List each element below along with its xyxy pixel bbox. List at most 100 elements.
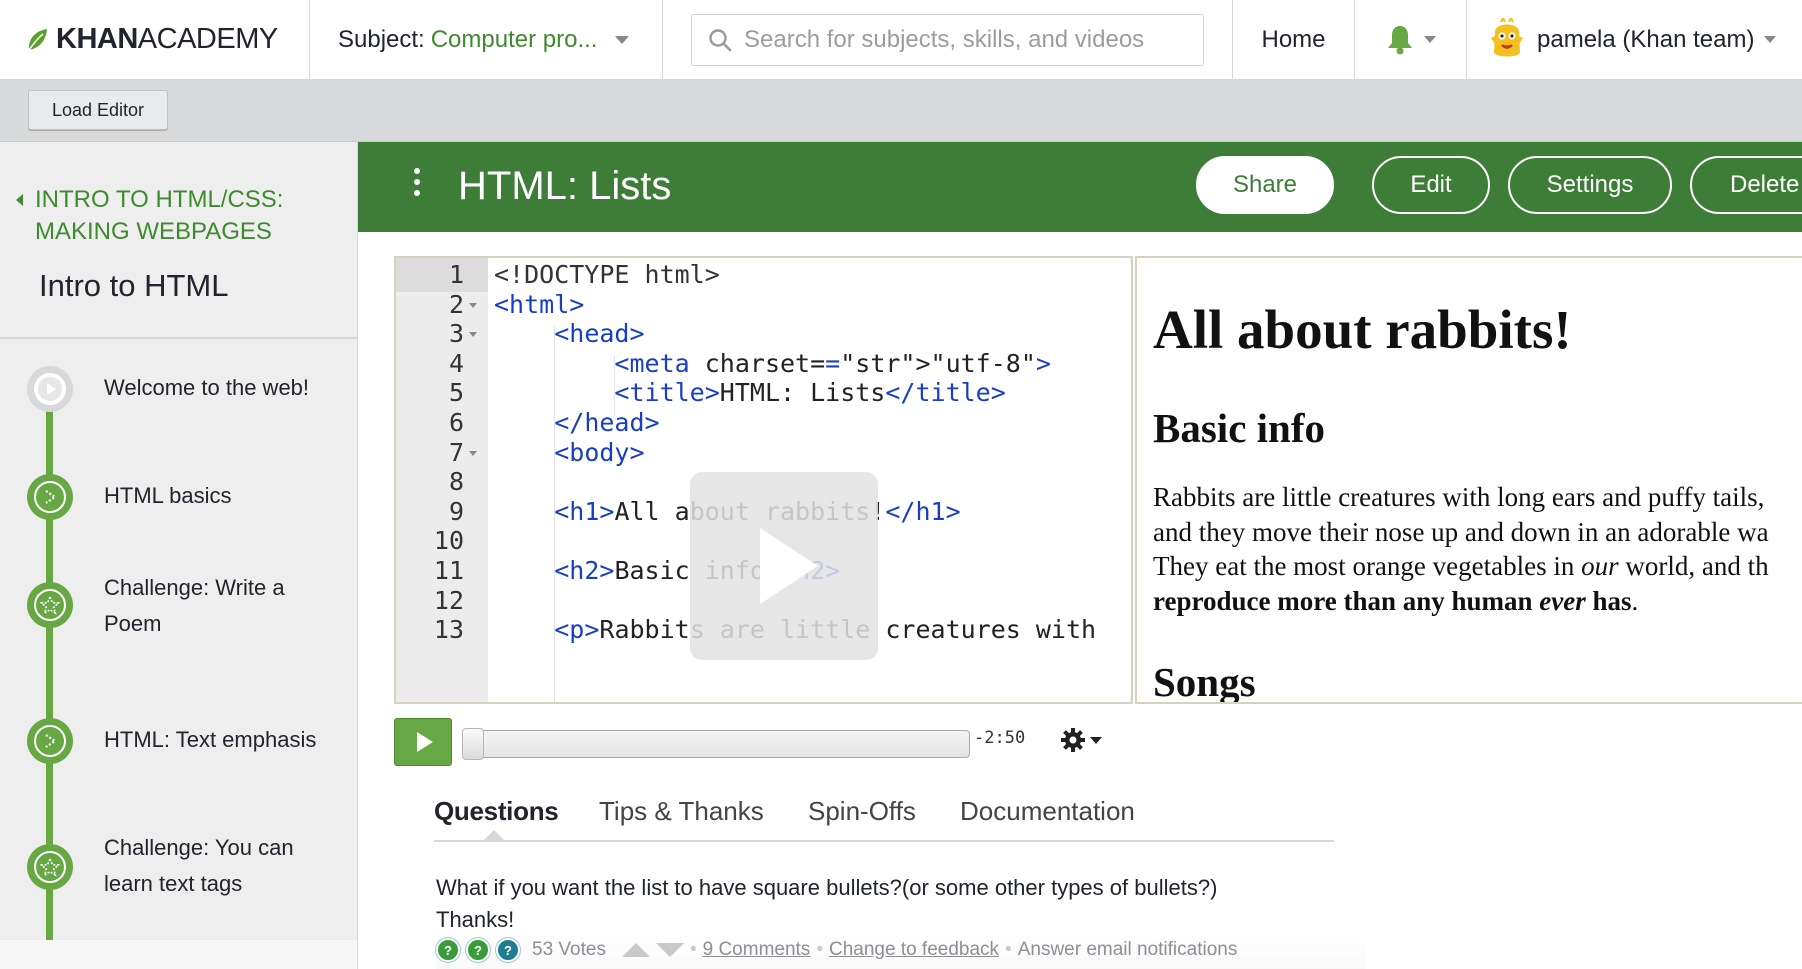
breadcrumb-line2: MAKING WEBPAGES — [35, 218, 272, 245]
gear-icon — [1061, 728, 1085, 752]
line-number: 7 — [448, 437, 464, 467]
bell-icon — [1387, 25, 1412, 54]
top-navigation: KHANACADEMY Subject: Computer pro... Hom… — [0, 0, 1802, 80]
chevron-left-icon — [16, 194, 23, 206]
khan-academy-logo[interactable]: KHANACADEMY — [0, 0, 310, 79]
divider — [0, 337, 358, 339]
preview-subheading-songs: Songs — [1153, 659, 1256, 704]
change-to-feedback-link[interactable]: Change to feedback — [829, 939, 999, 961]
question-text: What if you want the list to have square… — [436, 875, 1218, 932]
chevron-down-icon — [1764, 36, 1777, 43]
play-overlay-button[interactable] — [690, 472, 878, 660]
logo-text-bold: KHAN — [56, 23, 138, 55]
sidebar-item-welcome[interactable]: Welcome to the web! — [0, 340, 357, 440]
sidebar-footer-area — [0, 940, 357, 969]
vote-count: 53 Votes — [532, 939, 606, 960]
edit-button[interactable]: Edit — [1372, 156, 1490, 214]
tab-documentation[interactable]: Documentation — [960, 796, 1135, 827]
preview-paragraph: Rabbits are little creatures with long e… — [1153, 482, 1769, 616]
play-button[interactable] — [394, 718, 452, 766]
chevron-down-icon — [1090, 736, 1102, 744]
lesson-node — [27, 718, 73, 764]
fold-arrow-icon[interactable] — [469, 302, 477, 308]
home-label: Home — [1261, 25, 1326, 53]
sidebar-item-html-basics[interactable]: HTML basics — [0, 442, 357, 542]
sidebar-item-label: HTML basics — [104, 483, 232, 508]
play-icon — [760, 528, 818, 604]
line-number: 11 — [433, 556, 464, 585]
fold-arrow-icon[interactable] — [469, 450, 477, 456]
user-menu[interactable]: pamela (Khan team) — [1467, 0, 1777, 79]
badge-icon: ? — [496, 938, 520, 962]
logo-text-regular: ACADEMY — [137, 23, 278, 55]
play-icon — [38, 377, 62, 401]
code-line[interactable]: <body> — [494, 436, 644, 470]
output-preview: All about rabbits! Basic info Rabbits ar… — [1135, 256, 1802, 704]
playback-scrubber[interactable] — [462, 728, 970, 760]
player-settings-dropdown[interactable] — [1060, 727, 1102, 753]
chevron-down-icon — [1423, 36, 1436, 43]
star-icon — [40, 595, 60, 615]
sidebar: INTRO TO HTML/CSS: MAKING WEBPAGES Intro… — [0, 142, 358, 969]
sidebar-item-label: Challenge: You can learn text tags — [104, 835, 294, 896]
program-header: HTML: Lists Share Edit Settings Delete — [358, 142, 1802, 232]
downvote-icon[interactable] — [655, 943, 684, 957]
line-number: 5 — [448, 378, 464, 408]
active-tab-indicator — [483, 830, 505, 841]
comments-link[interactable]: 9 Comments — [703, 939, 811, 961]
sidebar-item-label: HTML: Text emphasis — [104, 727, 317, 752]
talkthrough-icon — [45, 734, 57, 748]
fold-arrow-icon[interactable] — [469, 332, 477, 338]
subject-dropdown[interactable]: Subject: Computer pro... — [310, 0, 663, 79]
breadcrumb[interactable]: INTRO TO HTML/CSS: MAKING WEBPAGES — [16, 184, 283, 248]
lesson-node — [27, 366, 73, 412]
lesson-node — [27, 582, 73, 628]
email-notifications-link[interactable]: Answer email notifications — [1018, 939, 1238, 961]
question-meta: ? ? ? 53 Votes • 9 Comments • Change to … — [436, 938, 1237, 962]
badge-icon: ? — [436, 938, 460, 962]
subject-value: Computer pro... — [430, 25, 598, 53]
line-number: 1 — [448, 260, 464, 289]
line-number: 2 — [448, 289, 464, 319]
sidebar-item-label: Welcome to the web! — [104, 375, 310, 400]
time-remaining: -2:50 — [974, 728, 1026, 748]
line-number: 9 — [448, 496, 464, 526]
tab-spin-offs[interactable]: Spin-Offs — [808, 796, 916, 827]
tab-tips-thanks[interactable]: Tips & Thanks — [599, 796, 764, 827]
badge-icon: ? — [466, 938, 490, 962]
line-number: 4 — [448, 348, 464, 378]
more-options-icon[interactable] — [414, 168, 420, 201]
discussion-tabs: Questions Tips & Thanks Spin-Offs Docume… — [434, 796, 1334, 842]
notifications-dropdown[interactable] — [1355, 0, 1467, 79]
leaf-icon — [28, 28, 47, 50]
settings-button[interactable]: Settings — [1508, 156, 1672, 214]
sidebar-item-challenge-text-tags[interactable]: Challenge: You can learn text tags — [0, 790, 357, 930]
line-number-gutter: 1 2 3 4 5 6 7 8 9 10 11 12 13 — [396, 258, 488, 702]
lesson-node — [27, 844, 73, 890]
search-input[interactable] — [744, 25, 1184, 54]
upvote-icon[interactable] — [621, 943, 650, 957]
sidebar-item-challenge-poem[interactable]: Challenge: Write a Poem — [0, 542, 357, 682]
subject-label: Subject: — [338, 25, 425, 53]
avatar — [1491, 17, 1523, 56]
search-icon — [709, 28, 732, 51]
lesson-node — [27, 474, 73, 520]
sidebar-item-text-emphasis[interactable]: HTML: Text emphasis — [0, 682, 357, 782]
share-button[interactable]: Share — [1196, 156, 1334, 214]
talkthrough-icon — [45, 490, 57, 504]
line-number: 13 — [433, 615, 464, 645]
line-number: 8 — [448, 467, 464, 497]
scrubber-handle[interactable] — [462, 728, 484, 760]
load-editor-button[interactable]: Load Editor — [28, 90, 168, 130]
preview-subheading-basic: Basic info — [1153, 405, 1325, 451]
line-number: 3 — [448, 319, 464, 349]
play-icon — [416, 732, 433, 752]
home-link[interactable]: Home — [1233, 0, 1355, 79]
sidebar-item-label: Challenge: Write a Poem — [104, 575, 285, 636]
delete-button[interactable]: Delete — [1690, 156, 1802, 214]
tab-questions[interactable]: Questions — [434, 796, 559, 827]
line-number: 10 — [433, 526, 464, 556]
unit-title: Intro to HTML — [39, 268, 229, 303]
preview-heading: All about rabbits! — [1153, 299, 1572, 360]
search-box[interactable] — [691, 13, 1204, 66]
